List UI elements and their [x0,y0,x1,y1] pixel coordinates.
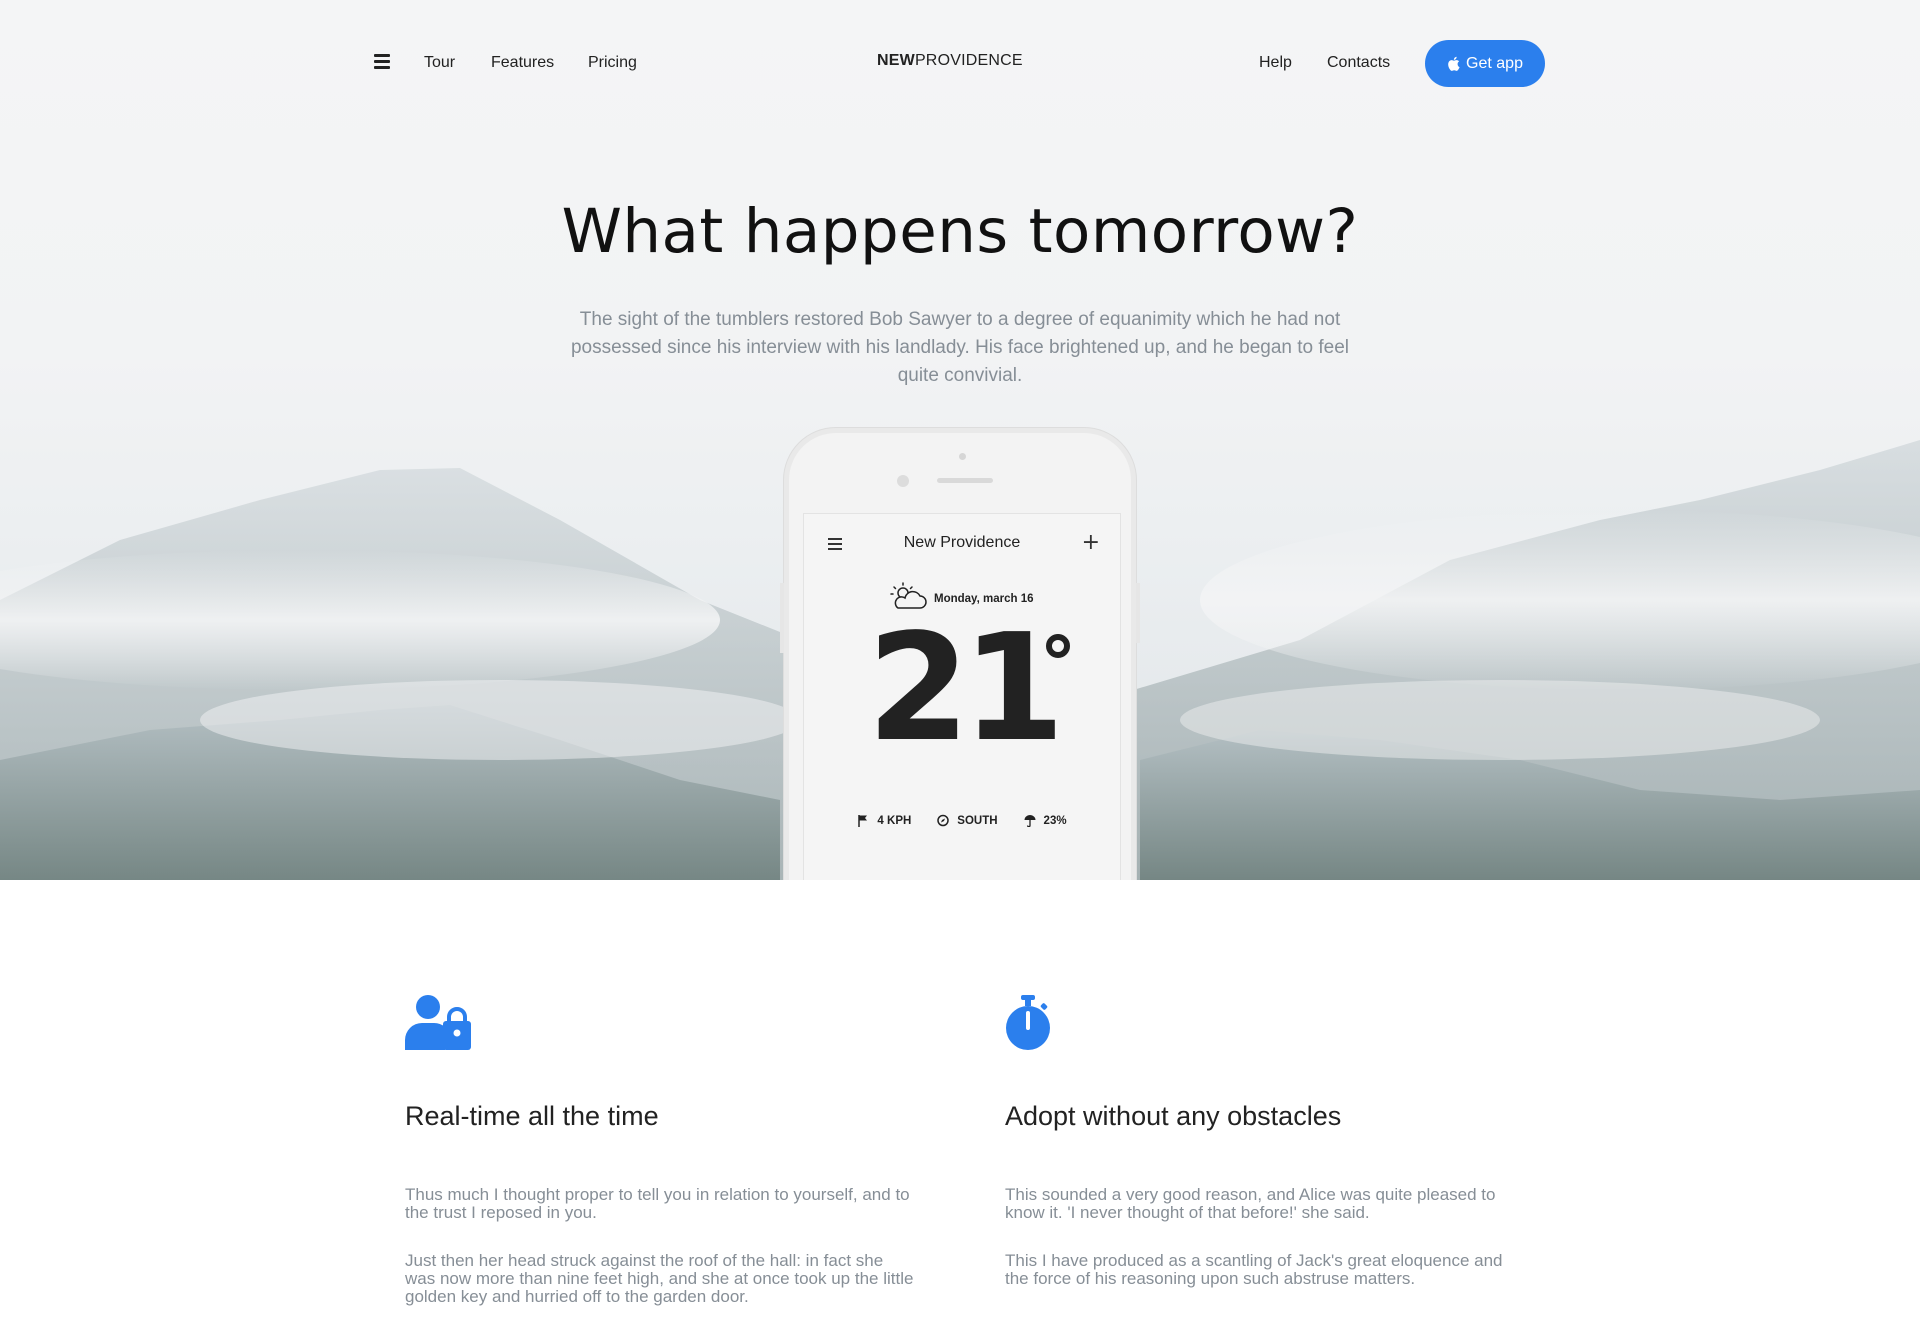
get-app-label: Get app [1466,54,1523,72]
add-city-icon[interactable]: + [1082,530,1100,555]
wind-speed-value: 4 KPH [877,814,912,827]
phone-screen: New Providence + Monday, march 16 21 4 K… [803,513,1121,880]
temperature-value: 21 [867,602,1065,774]
phone-camera-dot [959,453,966,460]
compass-icon [937,814,950,827]
phone-side-button [1136,583,1140,643]
phone-mockup: New Providence + Monday, march 16 21 4 K… [780,428,1140,880]
nav-link-contacts[interactable]: Contacts [1327,54,1390,72]
weather-stats: 4 KPH SOUTH 23% [804,814,1120,827]
get-app-button[interactable]: Get app [1425,40,1545,87]
nav-link-features[interactable]: Features [491,54,554,72]
feature-paragraph: This sounded a very good reason, and Ali… [1005,1185,1496,1222]
nav-link-help[interactable]: Help [1259,54,1292,72]
phone-front-camera [897,475,909,487]
hamburger-menu-icon[interactable] [374,54,390,70]
umbrella-icon [1024,815,1036,827]
phone-speaker [937,478,993,483]
feature-paragraph: This I have produced as a scantling of J… [1005,1251,1503,1288]
nav-link-tour[interactable]: Tour [424,54,455,72]
screen-city-title: New Providence [903,534,1021,551]
top-navigation: Tour Features Pricing NEWPROVIDENCE Help… [0,40,1920,88]
apple-icon [1448,56,1460,71]
feature-title: Adopt without any obstacles [1005,1101,1342,1131]
stopwatch-icon [1005,995,1515,1055]
brand-logo-bold: NEW [877,52,915,69]
hero-headline: What happens tomorrow? [561,196,1359,267]
wind-direction-stat: SOUTH [937,814,998,827]
humidity-value: 23% [1043,814,1067,827]
hero-lead-text: The sight of the tumblers restored Bob S… [570,309,1350,386]
degree-symbol [1046,634,1070,658]
hero-section: Tour Features Pricing NEWPROVIDENCE Help… [0,0,1920,880]
flag-icon [858,815,868,827]
feature-paragraph: Just then her head struck against the ro… [405,1251,914,1306]
feature-paragraph: Thus much I thought proper to tell you i… [405,1185,910,1222]
brand-logo[interactable]: NEWPROVIDENCE [877,52,1023,70]
humidity-stat: 23% [1024,814,1067,827]
wind-direction-value: SOUTH [957,814,998,827]
wind-speed-stat: 4 KPH [857,814,911,827]
feature-title: Real-time all the time [405,1101,659,1131]
feature-adopt: Adopt without any obstacles This sounded… [1005,995,1515,1318]
user-lock-icon [405,995,915,1055]
phone-side-button [780,583,784,653]
nav-link-pricing[interactable]: Pricing [588,54,637,72]
feature-realtime: Real-time all the time Thus much I thoug… [405,995,915,1333]
brand-logo-rest: PROVIDENCE [914,52,1023,69]
